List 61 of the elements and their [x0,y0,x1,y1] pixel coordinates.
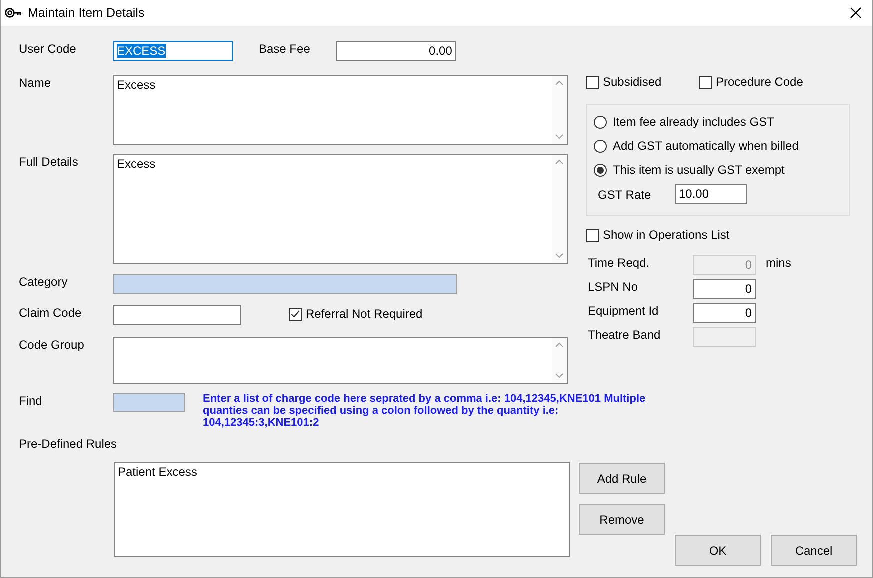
checkbox[interactable] [586,76,599,88]
scrollbar[interactable] [552,155,567,263]
field-label: Equipment Id [588,303,660,318]
field-label: Time Reqd. [588,255,651,270]
window-title: Maintain Item Details [28,6,145,20]
text-area[interactable]: Excess [113,75,568,145]
scroll-up-icon[interactable] [555,159,564,165]
field-label: Base Fee [259,41,310,56]
number-field[interactable]: 0 [693,303,756,323]
radio-label[interactable]: Add GST automatically when billed [613,139,799,153]
checkbox-label[interactable]: Subsidised [603,75,662,89]
text-area-value: Excess [116,156,157,173]
checkbox[interactable] [699,76,712,88]
checkbox-label[interactable]: Show in Operations List [603,228,730,242]
radio-button[interactable] [594,164,607,176]
scrollbar[interactable] [552,338,567,383]
lookup-field[interactable] [113,274,457,294]
number-field[interactable]: 0 [693,279,756,299]
field-label: GST Rate [598,186,652,202]
input-field[interactable] [113,305,241,325]
radio-button[interactable] [594,116,607,128]
scroll-down-icon[interactable] [555,373,564,379]
text-area[interactable] [113,337,568,384]
field-label: Category [19,274,69,289]
text-area-value: Excess [116,77,157,94]
text-area[interactable]: Excess [113,154,568,264]
radio-button[interactable] [594,140,607,152]
remove-button[interactable]: Remove [579,504,665,535]
input-field[interactable]: EXCESS [113,41,233,61]
field-label: Claim Code [19,305,83,320]
field-label: Code Group [19,337,86,352]
field-label: Find [19,393,44,408]
add-rule-button[interactable]: Add Rule [579,463,665,494]
list-item[interactable]: Patient Excess [118,465,566,479]
field-label: Full Details [19,154,80,169]
field-label: User Code [19,41,78,56]
scroll-down-icon[interactable] [555,134,564,140]
input-field[interactable]: 0.00 [336,41,456,61]
ok-button[interactable]: OK [675,535,761,566]
close-icon[interactable] [850,7,862,19]
input-field[interactable]: 10.00 [675,184,747,204]
checkbox-label[interactable]: Referral Not Required [306,307,423,321]
field-label: Theatre Band [588,327,662,342]
checkbox[interactable] [289,308,302,320]
cancel-button[interactable]: Cancel [771,535,857,566]
checkbox[interactable] [586,228,599,242]
hint-text: Enter a list of charge code here seprated by a comma i.e: 104,12345,KNE101 Multiple quanties can be specified using a colon followed by the quantity i.e: 104,12345:3,KNE101:2 [203,393,647,429]
scroll-up-icon[interactable] [555,342,564,348]
key-icon [5,7,22,19]
field-label: Name [19,75,52,90]
section-label: Pre-Defined Rules [19,436,118,451]
scroll-down-icon[interactable] [555,253,564,259]
radio-label[interactable]: Item fee already includes GST [613,115,774,129]
radio-label[interactable]: This item is usually GST exempt [613,163,785,177]
scrollbar[interactable] [552,76,567,144]
lookup-field[interactable] [113,393,185,412]
unit-label: mins [766,255,792,270]
field-label: LSPN No [588,279,640,294]
scroll-up-icon[interactable] [555,80,564,86]
rules-list[interactable]: Patient Excess [114,462,570,557]
checkbox-label[interactable]: Procedure Code [716,75,804,89]
